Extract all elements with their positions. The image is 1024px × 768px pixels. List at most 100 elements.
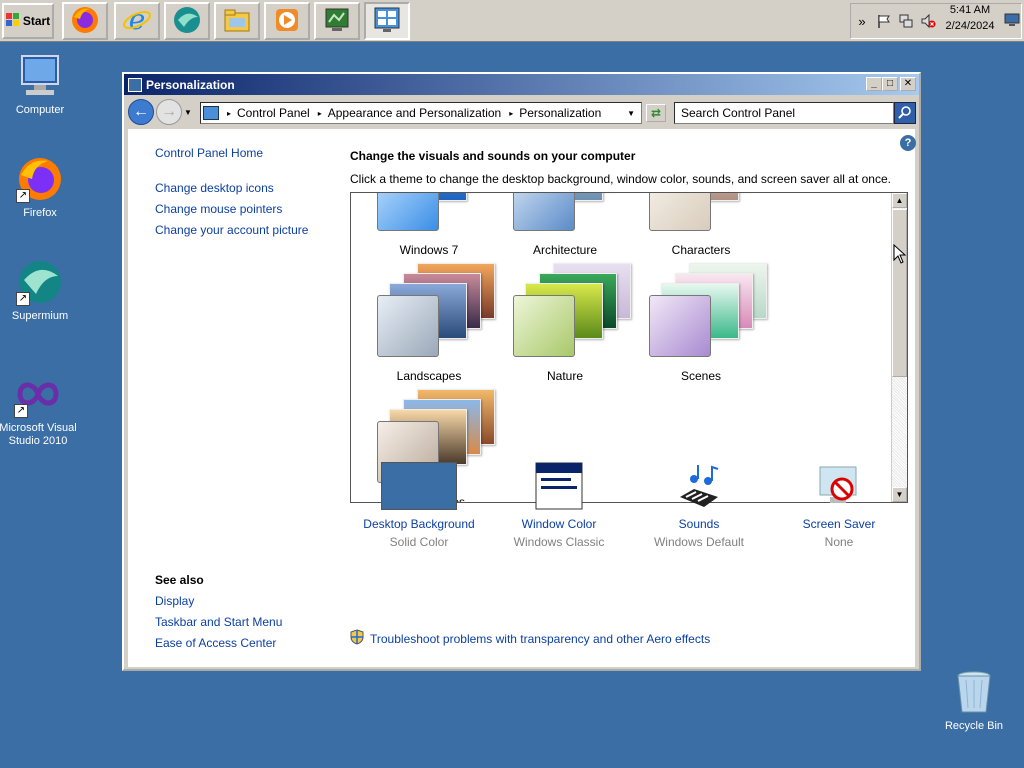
display-icon[interactable] bbox=[1004, 13, 1020, 30]
search-input[interactable]: Search Control Panel bbox=[674, 102, 894, 124]
theme-landscapes[interactable]: Landscapes bbox=[361, 261, 497, 383]
page-heading: Change the visuals and sounds on your co… bbox=[350, 149, 636, 163]
desktop-background-item[interactable]: Desktop Background Solid Color bbox=[349, 459, 489, 549]
theme-list: Windows 7 Architecture Characters Landsc… bbox=[350, 192, 908, 503]
search-button[interactable] bbox=[894, 102, 916, 124]
shortcut-arrow-icon: ↗ bbox=[14, 404, 28, 418]
troubleshoot-link[interactable]: Troubleshoot problems with transparency … bbox=[350, 629, 710, 648]
personalization-window: Personalization _ □ ✕ ← → ▼ ▸ Control Pa… bbox=[122, 72, 921, 671]
desktop-icon-label: Microsoft Visual Studio 2010 bbox=[0, 422, 77, 447]
desktop-icon-label: Computer bbox=[15, 104, 65, 116]
theme-windows-7[interactable]: Windows 7 bbox=[361, 193, 497, 257]
media-player-icon bbox=[272, 5, 302, 38]
personalization-icon bbox=[128, 77, 142, 92]
theme-label: Architecture bbox=[532, 243, 598, 257]
search-icon bbox=[898, 105, 912, 122]
solid-color-swatch bbox=[349, 459, 489, 513]
recent-pages-dropdown[interactable]: ▼ bbox=[184, 108, 192, 117]
breadcrumb-separator[interactable]: ▸ bbox=[509, 109, 513, 118]
flag-icon[interactable] bbox=[873, 3, 895, 39]
chevron-icon[interactable]: » bbox=[851, 3, 873, 39]
visual-studio-icon: ↗ bbox=[14, 370, 62, 418]
shortcut-arrow-icon: ↗ bbox=[16, 189, 30, 203]
theme-list-scrollbar[interactable]: ▲ ▼ bbox=[891, 193, 907, 502]
taskbar-monitor-button[interactable] bbox=[314, 2, 360, 40]
screen-saver-value: None bbox=[824, 535, 854, 549]
control-panel-icon bbox=[372, 5, 402, 38]
clock[interactable]: 5:41 AM 2/24/2024 bbox=[940, 2, 1000, 34]
minimize-button[interactable]: _ bbox=[866, 77, 882, 91]
help-icon[interactable]: ? bbox=[900, 135, 916, 151]
breadcrumb-personalization[interactable]: Personalization bbox=[519, 106, 601, 120]
change-desktop-icons-link[interactable]: Change desktop icons bbox=[155, 181, 274, 195]
explorer-folder-icon bbox=[222, 5, 252, 38]
scroll-up-arrow-icon[interactable]: ▲ bbox=[892, 193, 907, 208]
address-dropdown-icon[interactable]: ▼ bbox=[627, 109, 635, 118]
desktop-icon-label: Firefox bbox=[23, 207, 57, 219]
theme-label: Landscapes bbox=[396, 369, 462, 383]
change-mouse-pointers-link[interactable]: Change mouse pointers bbox=[155, 202, 282, 216]
computer-icon bbox=[16, 52, 64, 100]
clock-time: 5:41 AM bbox=[949, 4, 991, 16]
taskbar-firefox-button[interactable] bbox=[62, 2, 108, 40]
nav-buttons: ← → ▼ bbox=[128, 99, 192, 125]
window-color-item[interactable]: Window Color Windows Classic bbox=[489, 459, 629, 549]
refresh-icon: ⇄ bbox=[650, 106, 662, 120]
desktop-icon-recycle-bin[interactable]: Recycle Bin bbox=[934, 668, 1014, 733]
refresh-button[interactable]: ⇄ bbox=[646, 104, 666, 122]
window-titlebar[interactable]: Personalization bbox=[124, 74, 919, 95]
ease-of-access-link[interactable]: Ease of Access Center bbox=[155, 636, 276, 650]
theme-scenes[interactable]: Scenes bbox=[633, 261, 769, 383]
taskbar-start-menu-link[interactable]: Taskbar and Start Menu bbox=[155, 615, 282, 629]
maximize-button[interactable]: □ bbox=[882, 77, 898, 91]
taskbar-ie-button[interactable]: e bbox=[114, 2, 160, 40]
close-button[interactable]: ✕ bbox=[900, 77, 916, 91]
recycle-bin-icon bbox=[950, 668, 998, 716]
desktop-icon-visual-studio[interactable]: ↗ Microsoft Visual Studio 2010 bbox=[0, 370, 78, 448]
screen-saver-link[interactable]: Screen Saver bbox=[769, 517, 909, 531]
window-color-link[interactable]: Window Color bbox=[489, 517, 629, 531]
breadcrumb-separator[interactable]: ▸ bbox=[227, 109, 231, 118]
display-link[interactable]: Display bbox=[155, 594, 194, 608]
taskbar: Start e » 5:41 AM 2/24/2024 bbox=[0, 0, 1024, 42]
content-pane: ? Control Panel Home Change desktop icon… bbox=[128, 129, 916, 667]
window-title: Personalization bbox=[146, 77, 235, 92]
desktop-icon-computer[interactable]: Computer bbox=[0, 52, 80, 117]
theme-characters[interactable]: Characters bbox=[633, 193, 769, 257]
taskbar-control-panel-button[interactable] bbox=[364, 2, 410, 40]
shortcut-arrow-icon: ↗ bbox=[16, 292, 30, 306]
taskbar-supermium-button[interactable] bbox=[164, 2, 210, 40]
mouse-cursor-icon bbox=[893, 243, 907, 267]
change-account-picture-link[interactable]: Change your account picture bbox=[155, 223, 308, 237]
breadcrumb-appearance[interactable]: Appearance and Personalization bbox=[328, 106, 501, 120]
firefox-icon bbox=[70, 5, 100, 38]
taskbar-media-button[interactable] bbox=[264, 2, 310, 40]
sounds-item[interactable]: Sounds Windows Default bbox=[629, 459, 769, 549]
breadcrumb-separator[interactable]: ▸ bbox=[318, 109, 322, 118]
theme-thumbnail bbox=[633, 193, 769, 231]
start-button[interactable]: Start bbox=[2, 3, 54, 39]
address-bar[interactable]: ▸ Control Panel ▸ Appearance and Persona… bbox=[200, 102, 642, 124]
windows-logo-icon bbox=[5, 12, 20, 30]
breadcrumb-control-panel[interactable]: Control Panel bbox=[237, 106, 310, 120]
sounds-link[interactable]: Sounds bbox=[629, 517, 769, 531]
theme-architecture[interactable]: Architecture bbox=[497, 193, 633, 257]
control-panel-home-link[interactable]: Control Panel Home bbox=[155, 146, 263, 160]
back-button[interactable]: ← bbox=[128, 99, 154, 125]
forward-button[interactable]: → bbox=[156, 99, 182, 125]
troubleshoot-label: Troubleshoot problems with transparency … bbox=[370, 631, 711, 646]
screen-saver-item[interactable]: Screen Saver None bbox=[769, 459, 909, 549]
scrollbar-thumb[interactable] bbox=[892, 209, 907, 377]
volume-muted-icon[interactable] bbox=[917, 3, 939, 39]
desktop-icon-label: Recycle Bin bbox=[944, 720, 1004, 732]
desktop-icon-firefox[interactable]: ↗ Firefox bbox=[0, 155, 80, 220]
theme-nature[interactable]: Nature bbox=[497, 261, 633, 383]
taskbar-explorer-button[interactable] bbox=[214, 2, 260, 40]
desktop-icon-supermium[interactable]: ↗ Supermium bbox=[0, 258, 80, 323]
firefox-icon: ↗ bbox=[16, 155, 64, 203]
desktop-icon-label: Supermium bbox=[11, 310, 69, 322]
shield-icon bbox=[350, 629, 364, 648]
theme-label: Scenes bbox=[680, 369, 722, 383]
desktop-background-link[interactable]: Desktop Background bbox=[349, 517, 489, 531]
network-icon[interactable] bbox=[895, 3, 917, 39]
